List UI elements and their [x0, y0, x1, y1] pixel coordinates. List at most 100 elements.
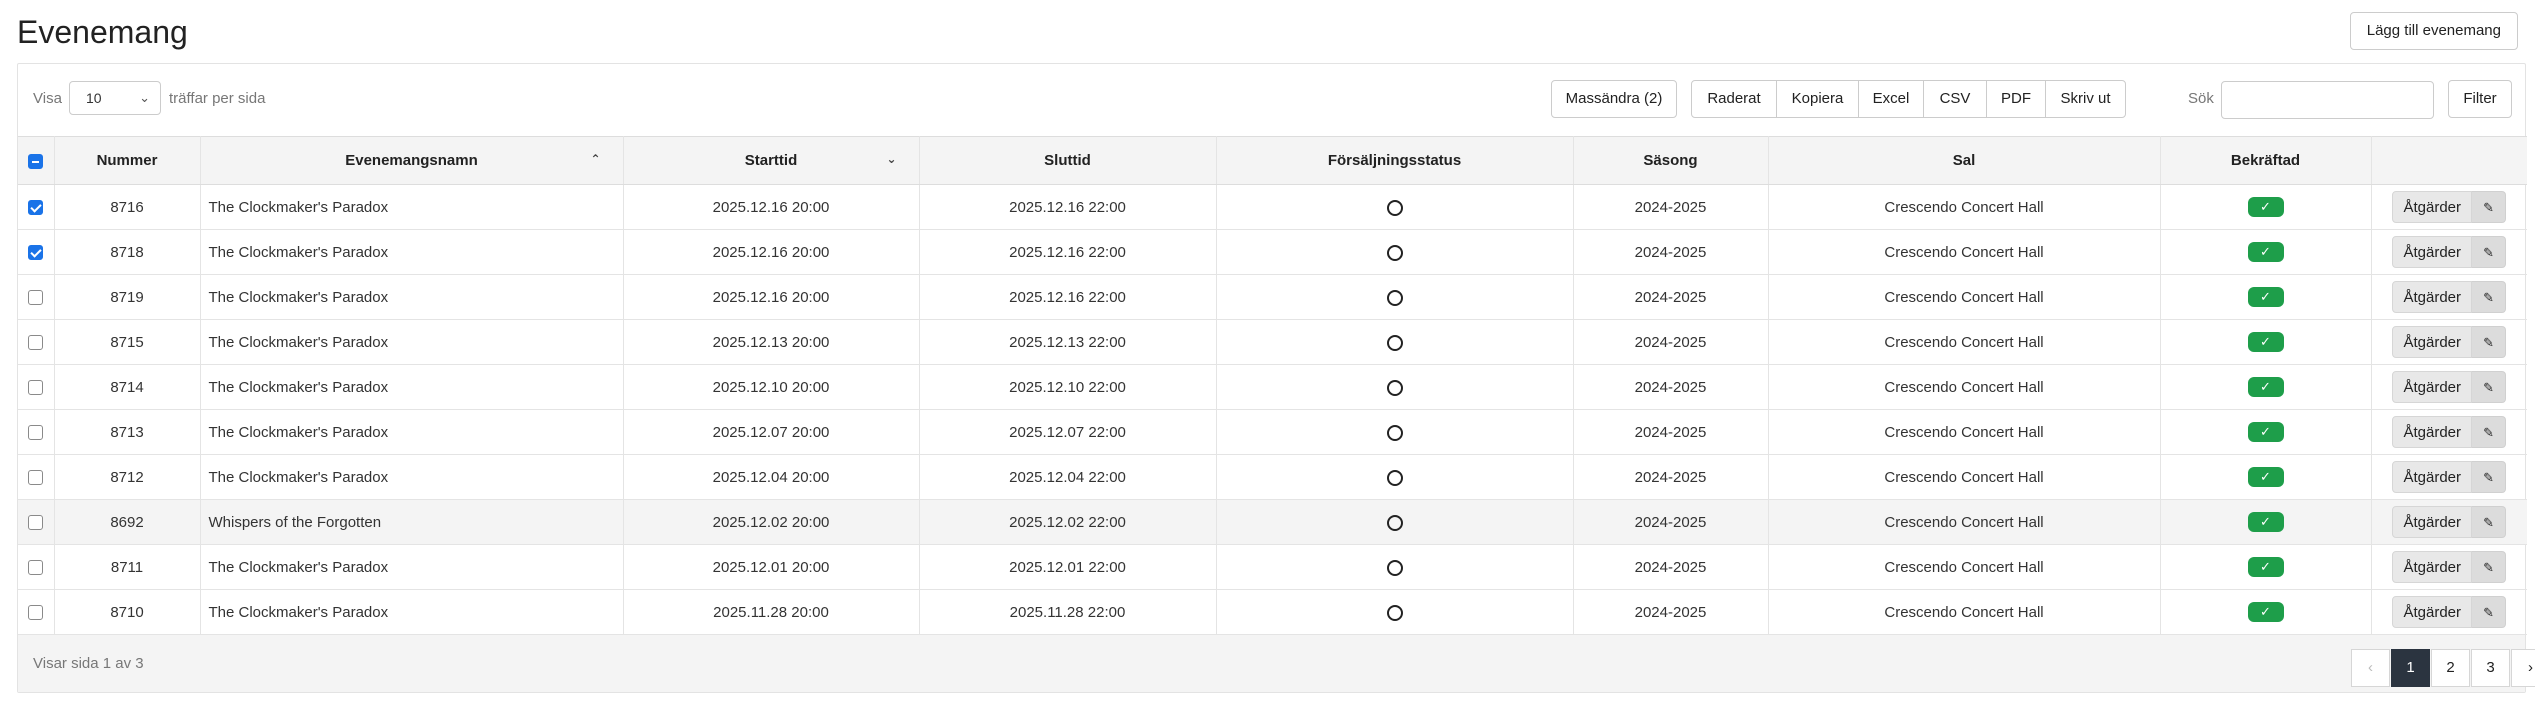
pencil-icon[interactable]: ✎: [2472, 371, 2507, 403]
next-page-button[interactable]: ›: [2511, 649, 2535, 687]
pencil-icon[interactable]: ✎: [2472, 326, 2507, 358]
cell-season: 2024-2025: [1573, 229, 1769, 275]
row-checkbox[interactable]: [28, 200, 44, 216]
add-event-button[interactable]: Lägg till evenemang: [2349, 12, 2518, 50]
column-header-sales-status[interactable]: Försäljningsstatus: [1216, 136, 1574, 185]
cell-actions: Åtgärder ✎: [2371, 364, 2527, 410]
select-all-checkbox[interactable]: [28, 153, 44, 169]
csv-button[interactable]: CSV: [1923, 80, 1987, 118]
page-button-1[interactable]: 1: [2391, 649, 2430, 687]
prev-page-button[interactable]: ‹: [2351, 649, 2390, 687]
row-checkbox[interactable]: [28, 605, 44, 621]
cell-confirmed: ✓: [2160, 364, 2372, 410]
column-header-start[interactable]: Starttid ⌄: [623, 136, 920, 185]
cell-start-time: 2025.12.01 20:00: [623, 544, 920, 590]
column-header-hall[interactable]: Sal: [1768, 136, 2161, 185]
actions-button[interactable]: Åtgärder: [2392, 281, 2473, 313]
actions-button[interactable]: Åtgärder: [2392, 461, 2473, 493]
circle-outline-icon: [1386, 244, 1403, 261]
row-select-cell: [18, 229, 55, 275]
column-header-name[interactable]: Evenemangsnamn ⌃: [200, 136, 624, 185]
table-row[interactable]: 8714 The Clockmaker's Paradox 2025.12.10 2…: [18, 364, 2527, 410]
column-header-confirmed[interactable]: Bekräftad: [2160, 136, 2372, 185]
table-row[interactable]: 8715 The Clockmaker's Paradox 2025.12.13 2…: [18, 319, 2527, 365]
row-checkbox[interactable]: [28, 470, 44, 486]
pencil-icon[interactable]: ✎: [2472, 551, 2507, 583]
table-row[interactable]: 8692 Whispers of the Forgotten 2025.12.02 …: [18, 499, 2527, 545]
table-row[interactable]: 8710 The Clockmaker's Paradox 2025.11.28 2…: [18, 589, 2527, 635]
row-checkbox[interactable]: [28, 335, 44, 351]
cell-start-time: 2025.12.10 20:00: [623, 364, 920, 410]
pencil-icon[interactable]: ✎: [2472, 461, 2507, 493]
cell-hall: Crescendo Concert Hall: [1768, 409, 2161, 455]
cell-hall: Crescendo Concert Hall: [1768, 364, 2161, 410]
actions-button[interactable]: Åtgärder: [2392, 371, 2473, 403]
row-checkbox[interactable]: [28, 425, 44, 441]
row-checkbox[interactable]: [28, 290, 44, 306]
table-row[interactable]: 8713 The Clockmaker's Paradox 2025.12.07 2…: [18, 409, 2527, 455]
circle-outline-icon: [1386, 424, 1403, 441]
table-row[interactable]: 8711 The Clockmaker's Paradox 2025.12.01 2…: [18, 544, 2527, 590]
page-length-suffix: träffar per sida: [169, 90, 266, 107]
copy-button[interactable]: Kopiera: [1776, 80, 1859, 118]
cell-number: 8714: [54, 364, 201, 410]
column-header-end[interactable]: Sluttid: [919, 136, 1217, 185]
filter-button[interactable]: Filter: [2448, 80, 2512, 118]
row-checkbox[interactable]: [28, 245, 44, 261]
pencil-icon[interactable]: ✎: [2472, 596, 2507, 628]
page-length-select[interactable]: 10 ⌄: [69, 81, 161, 115]
row-select-cell: [18, 364, 55, 410]
cell-confirmed: ✓: [2160, 544, 2372, 590]
table-row[interactable]: 8719 The Clockmaker's Paradox 2025.12.16 2…: [18, 274, 2527, 320]
column-header-season[interactable]: Säsong: [1573, 136, 1769, 185]
pdf-button[interactable]: PDF: [1986, 80, 2046, 118]
row-actions: Åtgärder ✎: [2392, 281, 2507, 313]
pencil-icon[interactable]: ✎: [2472, 416, 2507, 448]
check-icon: ✓: [2247, 287, 2284, 307]
actions-button[interactable]: Åtgärder: [2392, 596, 2473, 628]
cell-event-name: Whispers of the Forgotten: [200, 499, 624, 545]
cell-hall: Crescendo Concert Hall: [1768, 544, 2161, 590]
pencil-icon[interactable]: ✎: [2472, 506, 2507, 538]
page-button-2[interactable]: 2: [2431, 649, 2470, 687]
cell-season: 2024-2025: [1573, 184, 1769, 230]
chevron-left-icon: ‹: [2368, 659, 2373, 676]
row-checkbox[interactable]: [28, 380, 44, 396]
cell-sales-status: [1216, 454, 1574, 500]
pencil-icon[interactable]: ✎: [2472, 236, 2507, 268]
row-actions: Åtgärder ✎: [2392, 236, 2507, 268]
cell-sales-status: [1216, 319, 1574, 365]
table-row[interactable]: 8716 The Clockmaker's Paradox 2025.12.16 2…: [18, 184, 2527, 230]
mass-edit-button[interactable]: Massändra (2): [1551, 80, 1677, 118]
cell-actions: Åtgärder ✎: [2371, 499, 2527, 545]
cell-event-name: The Clockmaker's Paradox: [200, 589, 624, 635]
circle-outline-icon: [1386, 604, 1403, 621]
actions-button[interactable]: Åtgärder: [2392, 551, 2473, 583]
circle-outline-icon: [1386, 379, 1403, 396]
actions-button[interactable]: Åtgärder: [2392, 506, 2473, 538]
cell-event-name: The Clockmaker's Paradox: [200, 364, 624, 410]
deleted-button[interactable]: Raderat: [1691, 80, 1777, 118]
search-input[interactable]: [2221, 81, 2434, 119]
table-row[interactable]: 8712 The Clockmaker's Paradox 2025.12.04 2…: [18, 454, 2527, 500]
pencil-icon[interactable]: ✎: [2472, 191, 2507, 223]
table-row[interactable]: 8718 The Clockmaker's Paradox 2025.12.16 2…: [18, 229, 2527, 275]
print-button[interactable]: Skriv ut: [2045, 80, 2126, 118]
cell-confirmed: ✓: [2160, 274, 2372, 320]
actions-button[interactable]: Åtgärder: [2392, 236, 2473, 268]
column-header-number[interactable]: Nummer: [54, 136, 201, 185]
cell-season: 2024-2025: [1573, 454, 1769, 500]
excel-button[interactable]: Excel: [1858, 80, 1924, 118]
actions-button[interactable]: Åtgärder: [2392, 416, 2473, 448]
circle-outline-icon: [1386, 334, 1403, 351]
pencil-icon[interactable]: ✎: [2472, 281, 2507, 313]
actions-button[interactable]: Åtgärder: [2392, 326, 2473, 358]
cell-end-time: 2025.12.01 22:00: [919, 544, 1217, 590]
row-checkbox[interactable]: [28, 515, 44, 531]
sort-up-icon: ⌃: [590, 152, 601, 166]
page-button-3[interactable]: 3: [2471, 649, 2510, 687]
table-header-row: Nummer Evenemangsnamn ⌃ Starttid ⌄ Sluttid…: [18, 136, 2527, 185]
row-checkbox[interactable]: [28, 560, 44, 576]
actions-button[interactable]: Åtgärder: [2392, 191, 2473, 223]
cell-number: 8711: [54, 544, 201, 590]
